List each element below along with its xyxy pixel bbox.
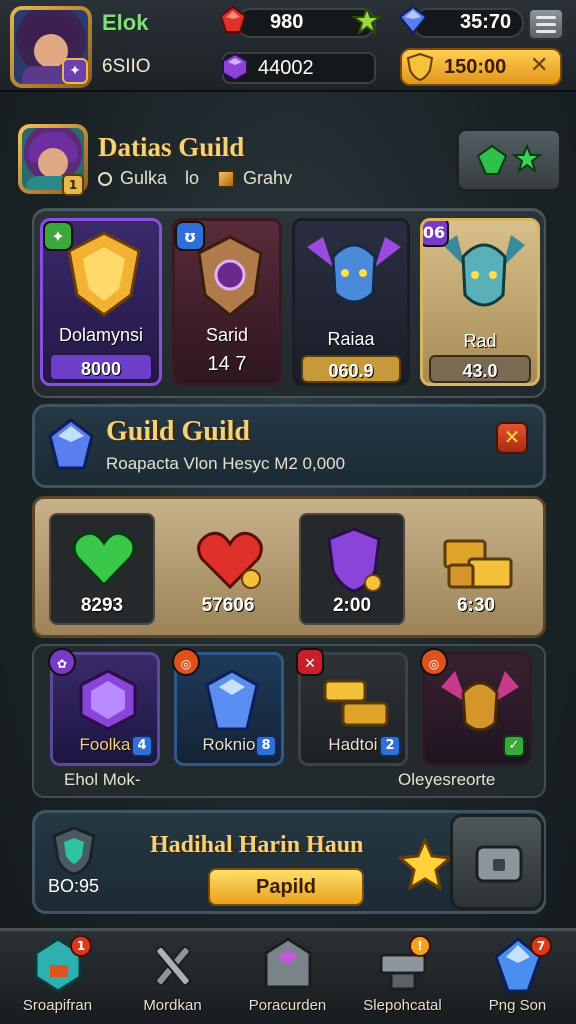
card-4-label: Rad [463,331,497,351]
gold-shield-emblem-icon [67,231,141,317]
card-2-badge: ʊ [175,221,205,251]
card-3-value: 060.9 [301,355,401,383]
card-2-label: Sarid [205,325,249,345]
purple-gem-value: 44002 [258,57,314,79]
item-panel: 8293 57606 2:00 6:30 [32,496,546,638]
blue-gem-value: 35:70 [460,11,512,33]
nav-item-2[interactable]: Mordkan [115,931,230,1024]
guild-action-button[interactable] [456,128,562,192]
blue-gem-icon [398,5,428,35]
purple-hex-gem-icon [79,669,137,731]
resource-2-count: 8 [255,735,277,757]
gold-value: 150:00 [444,56,507,78]
nav-4-label: Slepohcatal [363,997,442,1014]
nav-2-label: Mordkan [143,997,202,1014]
guild-name: Datias Guild [98,132,245,162]
resource-1-corner-icon: ✿ [48,648,76,676]
red-heart-icon [197,531,263,590]
item-slot-1[interactable]: 8293 [49,513,155,625]
card-1-value: 8000 [49,353,153,381]
guild-card-1[interactable]: Dolamynsi 8000 ✦ [40,218,162,386]
card-3-label: Raiaa [327,329,375,349]
purple-shield-icon [327,527,382,593]
item-slot-3[interactable]: 2:00 [299,513,405,625]
guild-subline: Gulka lo Grahv [98,168,292,189]
resource-4-check: ✓ [503,735,525,757]
nav-3-label: Poracurden [248,997,327,1014]
teal-shield-icon [52,826,96,876]
item-slot-2[interactable]: 57606 [175,513,281,625]
cube-icon [217,169,236,188]
banner-title: Guild Guild [106,416,250,447]
guild-card-2[interactable]: Sarid 14 7 ʊ [172,218,282,386]
banner-close-button[interactable]: ✕ [496,422,528,454]
blue-crystal-icon [205,669,259,731]
reward-title: Hadihal Harin Haun [150,832,364,858]
nav-1-badge: 1 [70,935,92,957]
nav-1-label: Sroapifran [22,997,93,1014]
resource-2-corner-icon: ◎ [172,648,200,676]
guild-card-3[interactable]: Raiaa 060.9 [292,218,410,386]
card-4-badge: 06 [423,221,449,247]
guild-sub-mid: lo [185,168,200,188]
resource-4-corner-icon: ◎ [420,648,448,676]
card-4-value: 43.0 [429,355,531,383]
gold-shield-icon [406,52,434,82]
item-4-value: 6:30 [456,595,496,616]
menu-button[interactable] [528,8,564,40]
dragon-helmet-icon [307,237,401,304]
player-name: Elok [102,10,149,35]
red-gem-value: 980 [270,11,304,33]
reward-timer: BO:95 [48,876,100,896]
gold-close-icon[interactable]: ✕ [530,54,554,78]
nav-item-4[interactable]: ! Slepohcatal [345,931,460,1024]
green-star-icon [512,144,542,174]
card-2-value: 14 7 [207,353,247,375]
card-1-badge: ✦ [43,221,73,251]
green-gem-icon [476,144,508,175]
nav-5-label: Png Son [488,997,547,1014]
reward-chest-slot[interactable] [450,814,544,910]
gold-star-icon [398,838,452,890]
stone-tower-icon [264,937,312,989]
nav-item-3[interactable]: Poracurden [230,931,345,1024]
resource-3-corner-icon: ✕ [296,648,324,676]
crystal-icon [48,418,94,470]
guild-rank-badge: 1 [62,174,84,196]
guild-sub-right: Grahv [243,168,293,188]
banner-subtitle: Roapacta Vlon Hesyc M2 0,000 [106,454,346,473]
player-sub-value: 6ЅIIO [102,56,151,77]
add-star-icon[interactable] [352,6,382,36]
card-1-label: Dolamynsi [58,325,144,345]
green-heart-icon [72,531,136,588]
resource-panel: Foolka 4 Roknio 8 Hadtoi 2 ✓ ✿ ◎ ✕ ◎ Eho… [32,644,546,798]
resource-caption-left: Ehol Mok- [64,770,141,789]
nav-4-badge: ! [409,935,431,957]
guild-sub-left: Gulka [120,168,168,188]
iron-chest-icon [475,845,523,883]
bottom-nav: 1 Sroapifran Mordkan Poracurden ! Slepoh… [0,928,576,1024]
purple-gem-icon [222,52,248,82]
tools-icon [155,946,191,986]
item-slot-4[interactable]: 6:30 [423,513,529,625]
nav-5-badge: 7 [530,935,552,957]
nav-item-1[interactable]: 1 Sroapifran [0,931,115,1024]
circle-icon [98,171,112,186]
item-3-value: 2:00 [332,595,372,616]
resource-3-count: 2 [379,735,401,757]
guild-card-4[interactable]: Rad 43.0 06 [420,218,540,386]
reward-claim-button[interactable]: Papild [208,868,364,906]
gold-bars-icon [323,679,389,727]
gold-chest-icon [443,539,513,589]
player-level-badge: ✦ [62,58,88,84]
item-2-value: 57606 [201,595,255,616]
dragon-mask-icon [441,671,519,732]
nav-item-5[interactable]: 7 Png Son [460,931,575,1024]
resource-1-count: 4 [131,735,153,757]
red-gem-icon [219,5,247,33]
resource-caption-right: Oleyesreorte [398,770,496,789]
item-1-value: 8293 [80,595,124,616]
teal-dragon-helmet-icon [443,235,525,307]
